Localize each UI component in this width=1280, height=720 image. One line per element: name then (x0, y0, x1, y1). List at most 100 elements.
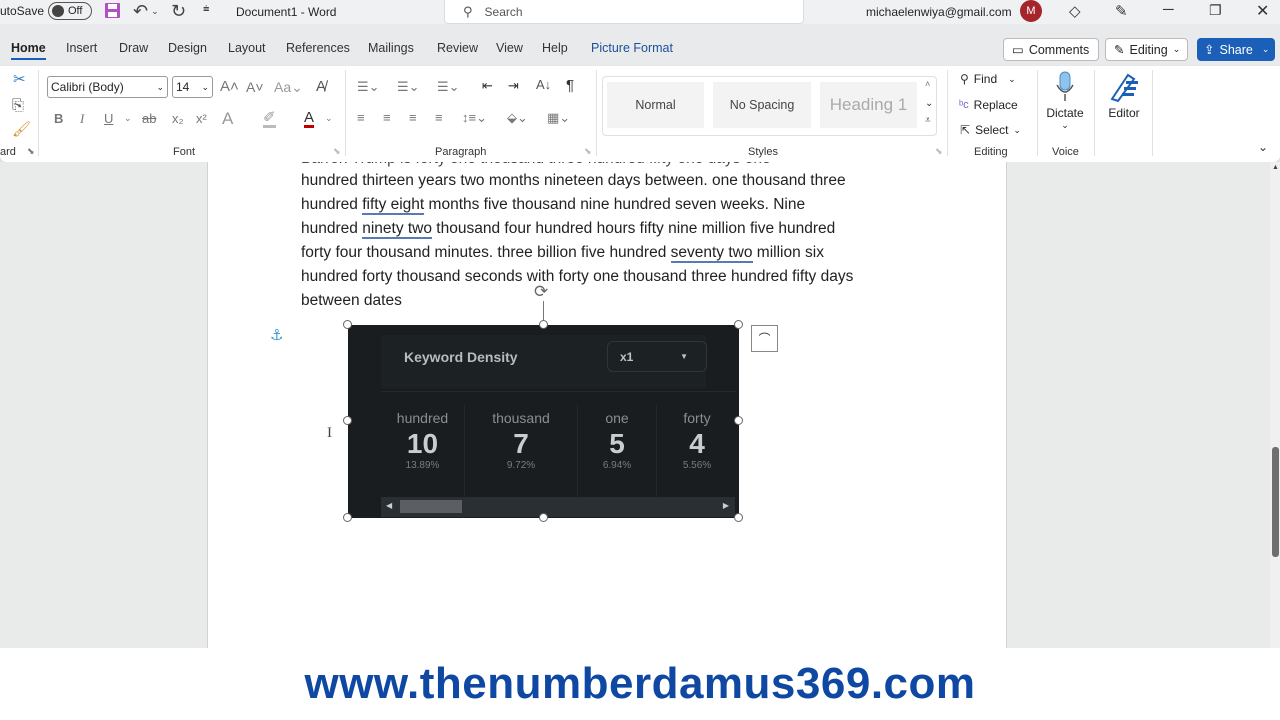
dialog-launcher-icon[interactable]: ⬊ (935, 147, 943, 156)
avatar[interactable]: M (1020, 0, 1042, 22)
borders-icon[interactable]: ▦⌄ (547, 111, 570, 124)
tab-mailings[interactable]: Mailings (368, 41, 414, 55)
styles-more-icon[interactable]: ⩡ (925, 116, 931, 126)
shrink-font-icon[interactable]: A˅ (246, 80, 264, 94)
resize-handle-top-right[interactable] (734, 320, 743, 329)
minimize-button[interactable]: ─ (1163, 1, 1174, 18)
restore-button[interactable]: ❐ (1209, 2, 1222, 19)
change-case-icon[interactable]: Aa⌄ (274, 80, 303, 94)
shading-icon[interactable]: ⬙⌄ (507, 111, 528, 124)
chevron-down-icon[interactable]: ⌄ (325, 114, 333, 123)
cut-icon[interactable]: ✂ (13, 72, 26, 87)
show-formatting-icon[interactable]: ¶ (566, 78, 574, 93)
chevron-down-icon[interactable]: ⌄ (124, 114, 132, 123)
strikethrough-icon[interactable]: ab (142, 112, 156, 125)
dialog-launcher-icon[interactable]: ⬊ (27, 147, 35, 156)
tab-review[interactable]: Review (437, 41, 478, 55)
resize-handle-top-left[interactable] (343, 320, 352, 329)
rotate-handle[interactable]: ⟳ (534, 282, 548, 302)
resize-handle-bottom-right[interactable] (734, 513, 743, 522)
resize-handle-right[interactable] (734, 416, 743, 425)
customize-toolbar-button[interactable]: ⩧ (203, 3, 209, 16)
search-box[interactable]: ⚲ Search (444, 0, 804, 24)
multilevel-list-icon[interactable]: ☰⌄ (437, 80, 460, 93)
flagged-word[interactable]: seventy two (670, 244, 753, 263)
align-right-icon[interactable]: ≡ (409, 111, 417, 124)
align-left-icon[interactable]: ≡ (357, 111, 365, 124)
grow-font-icon[interactable]: A˄ (220, 79, 239, 94)
decrease-indent-icon[interactable]: ⇤ (482, 79, 493, 92)
editor-button[interactable]: Editor (1103, 71, 1145, 120)
increase-indent-icon[interactable]: ⇥ (508, 79, 519, 92)
resize-handle-left[interactable] (343, 416, 352, 425)
tab-view[interactable]: View (496, 41, 523, 55)
find-button[interactable]: ⚲ Find ⌄ (960, 72, 1016, 86)
line-spacing-icon[interactable]: ↕≡⌄ (462, 111, 487, 124)
vertical-scroll-thumb[interactable] (1272, 447, 1279, 557)
highlight-icon[interactable]: ✐ (263, 110, 276, 128)
font-size-select[interactable]: 14 ⌄ (172, 76, 213, 98)
styles-scroll-down-icon[interactable]: ⌄ (925, 99, 933, 109)
justify-icon[interactable]: ≡ (435, 111, 443, 124)
resize-handle-bottom-left[interactable] (343, 513, 352, 522)
dialog-launcher-icon[interactable]: ⬊ (333, 147, 341, 156)
format-painter-icon[interactable]: 🖌 (12, 122, 31, 137)
tab-help[interactable]: Help (542, 41, 568, 55)
text-effects-icon[interactable]: A (222, 110, 233, 127)
tab-draw[interactable]: Draw (119, 41, 148, 55)
dictate-button[interactable]: Dictate ⌄ (1045, 71, 1085, 131)
numbering-icon[interactable]: ☰⌄ (397, 80, 420, 93)
document-page[interactable]: Barron Trump is forty one thousand three… (207, 162, 1007, 648)
style-normal[interactable]: Normal (607, 82, 704, 128)
undo-button[interactable]: ↶ ⌄ (133, 1, 159, 22)
widget-scrollbar[interactable]: ◀ ▶ (381, 497, 735, 517)
tab-home[interactable]: Home (11, 41, 46, 60)
flagged-word[interactable]: fifty eight (362, 196, 425, 215)
editing-mode-button[interactable]: ✎ Editing ⌄ (1105, 38, 1188, 61)
clear-formatting-icon[interactable]: A̸ (316, 79, 326, 94)
close-button[interactable]: ✕ (1256, 1, 1269, 21)
designer-button[interactable]: ✎ (1115, 2, 1128, 20)
scroll-left-icon[interactable]: ◀ (386, 501, 392, 510)
bullets-icon[interactable]: ☰⌄ (357, 80, 380, 93)
share-button[interactable]: ⇪ Share ⌄ (1197, 38, 1275, 61)
tab-picture-format[interactable]: Picture Format (591, 41, 673, 55)
style-heading-1[interactable]: Heading 1 (820, 82, 917, 128)
layout-options-button[interactable]: ⌒ (751, 325, 778, 352)
resize-handle-bottom[interactable] (539, 513, 548, 522)
flagged-word[interactable]: ninety two (362, 220, 432, 239)
style-no-spacing[interactable]: No Spacing (713, 82, 811, 128)
dialog-launcher-icon[interactable]: ⬊ (584, 147, 592, 156)
chevron-down-icon: ⌄ (1261, 44, 1270, 54)
select-button[interactable]: ⇱ Select ⌄ (960, 123, 1021, 137)
comments-button[interactable]: ▭ Comments (1003, 38, 1099, 61)
font-color-icon[interactable]: A (304, 110, 315, 128)
save-button[interactable] (104, 2, 121, 19)
collapse-ribbon-icon[interactable]: ⌄ (1258, 141, 1268, 153)
tab-references[interactable]: References (286, 41, 350, 55)
autosave-toggle[interactable]: Off (48, 2, 92, 20)
underline-icon[interactable]: U (104, 112, 113, 125)
styles-scroll-up-icon[interactable]: ˄ (925, 80, 930, 89)
italic-icon[interactable]: I (80, 112, 84, 125)
scroll-right-icon[interactable]: ▶ (723, 501, 729, 510)
multiplier-dropdown[interactable]: x1 ▼ (607, 341, 707, 372)
vertical-scrollbar[interactable]: ▲ (1270, 162, 1280, 648)
tab-insert[interactable]: Insert (66, 41, 97, 55)
resize-handle-top[interactable] (539, 320, 548, 329)
bold-icon[interactable]: B (54, 112, 63, 125)
redo-button[interactable]: ↻ (171, 1, 186, 22)
premium-button[interactable]: ◇ (1069, 2, 1081, 20)
font-name-select[interactable]: Calibri (Body) ⌄ (47, 76, 168, 98)
keyword-density-image[interactable]: Keyword Density x1 ▼ hundred 10 13.89% thou… (348, 325, 739, 518)
widget-scroll-thumb[interactable] (400, 500, 462, 513)
sort-icon[interactable]: A↓ (536, 78, 551, 91)
scroll-up-icon[interactable]: ▲ (1272, 164, 1279, 171)
replace-button[interactable]: ᵇc Replace (959, 98, 1018, 112)
align-center-icon[interactable]: ≡ (383, 111, 391, 124)
tab-layout[interactable]: Layout (228, 41, 266, 55)
copy-icon[interactable]: ⎘ (12, 98, 24, 113)
subscript-icon[interactable]: x₂ (172, 112, 184, 125)
tab-design[interactable]: Design (168, 41, 207, 55)
superscript-icon[interactable]: x² (196, 112, 207, 125)
